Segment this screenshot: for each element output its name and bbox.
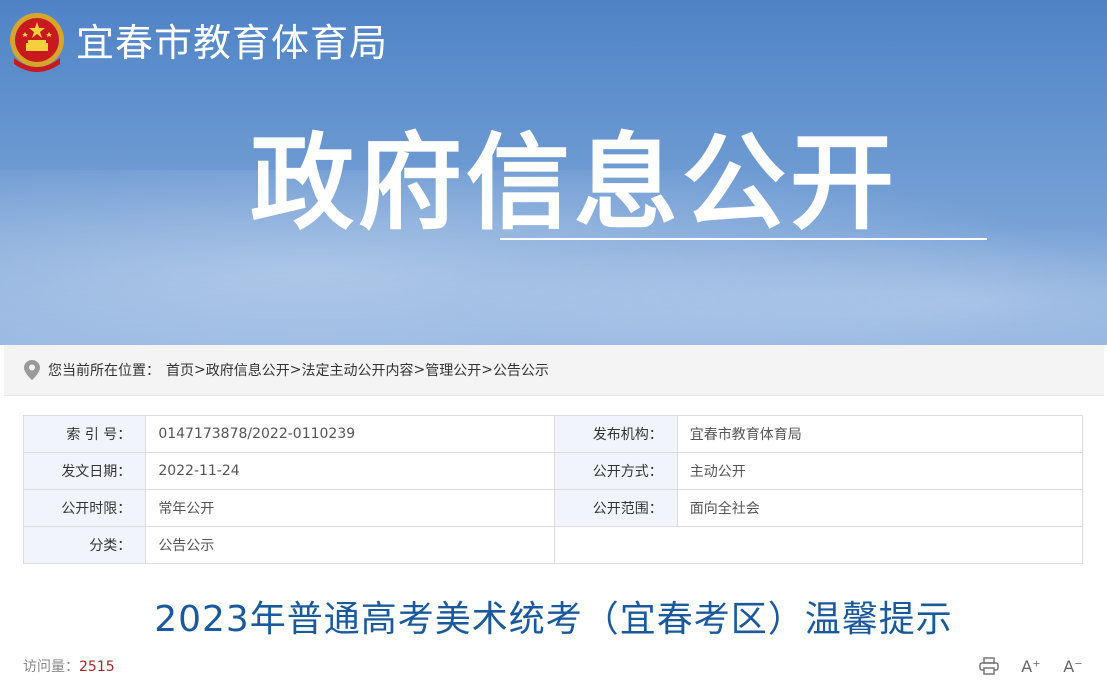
index-label: 索 引 号：	[22, 415, 147, 453]
header-banner: 宜春市教育体育局 政府信息公开	[0, 0, 1107, 345]
breadcrumb-management[interactable]: 管理公开	[425, 360, 481, 380]
scope-value: 面向全社会	[676, 489, 1084, 527]
publisher-label: 发布机构：	[554, 415, 678, 453]
printer-icon	[979, 657, 999, 675]
publisher-value: 宜春市教育体育局	[676, 415, 1084, 453]
breadcrumb-announcements[interactable]: 公告公示	[493, 360, 549, 380]
table-row: 公开时限： 常年公开 公开范围： 面向全社会	[22, 489, 1084, 527]
decrease-font-button[interactable]: A⁻	[1059, 654, 1087, 678]
breadcrumb-separator: >	[413, 362, 426, 378]
breadcrumb-separator: >	[194, 362, 206, 378]
breadcrumb-separator: >	[289, 362, 302, 378]
table-row: 分类： 公告公示	[22, 526, 1083, 564]
category-label: 分类：	[22, 526, 147, 564]
site-title: 宜春市教育体育局	[76, 21, 389, 65]
period-value: 常年公开	[145, 489, 556, 527]
table-row: 索 引 号： 0147173878/2022-0110239 发布机构： 宜春市…	[22, 415, 1084, 453]
visits-label: 访问量：	[23, 659, 79, 675]
breadcrumb-statutory[interactable]: 法定主动公开内容	[301, 360, 413, 380]
breadcrumb-home[interactable]: 首页	[166, 360, 194, 380]
visits-value: 2515	[79, 659, 115, 675]
breadcrumb-prefix: 您当前所在位置：	[48, 363, 160, 379]
national-emblem-icon	[10, 13, 64, 72]
print-button[interactable]	[975, 654, 1003, 678]
breadcrumb: 您当前所在位置： 首页 > 政府信息公开 > 法定主动公开内容 > 管理公开 >…	[4, 345, 1104, 396]
method-value: 主动公开	[676, 452, 1084, 490]
date-value: 2022-11-24	[145, 452, 556, 490]
empty-cell	[554, 526, 1083, 564]
scope-label: 公开范围：	[554, 489, 678, 527]
article-title: 2023年普通高考美术统考（宜春考区）温馨提示	[154, 599, 953, 640]
article-tools: A⁺ A⁻	[975, 654, 1087, 678]
hero-underline	[500, 238, 987, 240]
increase-font-button[interactable]: A⁺	[1017, 654, 1045, 678]
index-value: 0147173878/2022-0110239	[145, 415, 556, 453]
period-label: 公开时限：	[22, 489, 147, 527]
breadcrumb-separator: >	[481, 362, 493, 378]
category-value: 公告公示	[145, 526, 556, 564]
method-label: 公开方式：	[554, 452, 678, 490]
location-pin-icon	[24, 360, 40, 380]
hero-title: 政府信息公开	[250, 122, 899, 244]
breadcrumb-gov-info[interactable]: 政府信息公开	[206, 360, 290, 380]
table-row: 发文日期： 2022-11-24 公开方式： 主动公开	[22, 452, 1084, 490]
visit-count: 访问量：2515	[23, 656, 115, 676]
date-label: 发文日期：	[22, 452, 147, 490]
info-metadata-table: 索 引 号： 0147173878/2022-0110239 发布机构： 宜春市…	[22, 415, 1084, 564]
